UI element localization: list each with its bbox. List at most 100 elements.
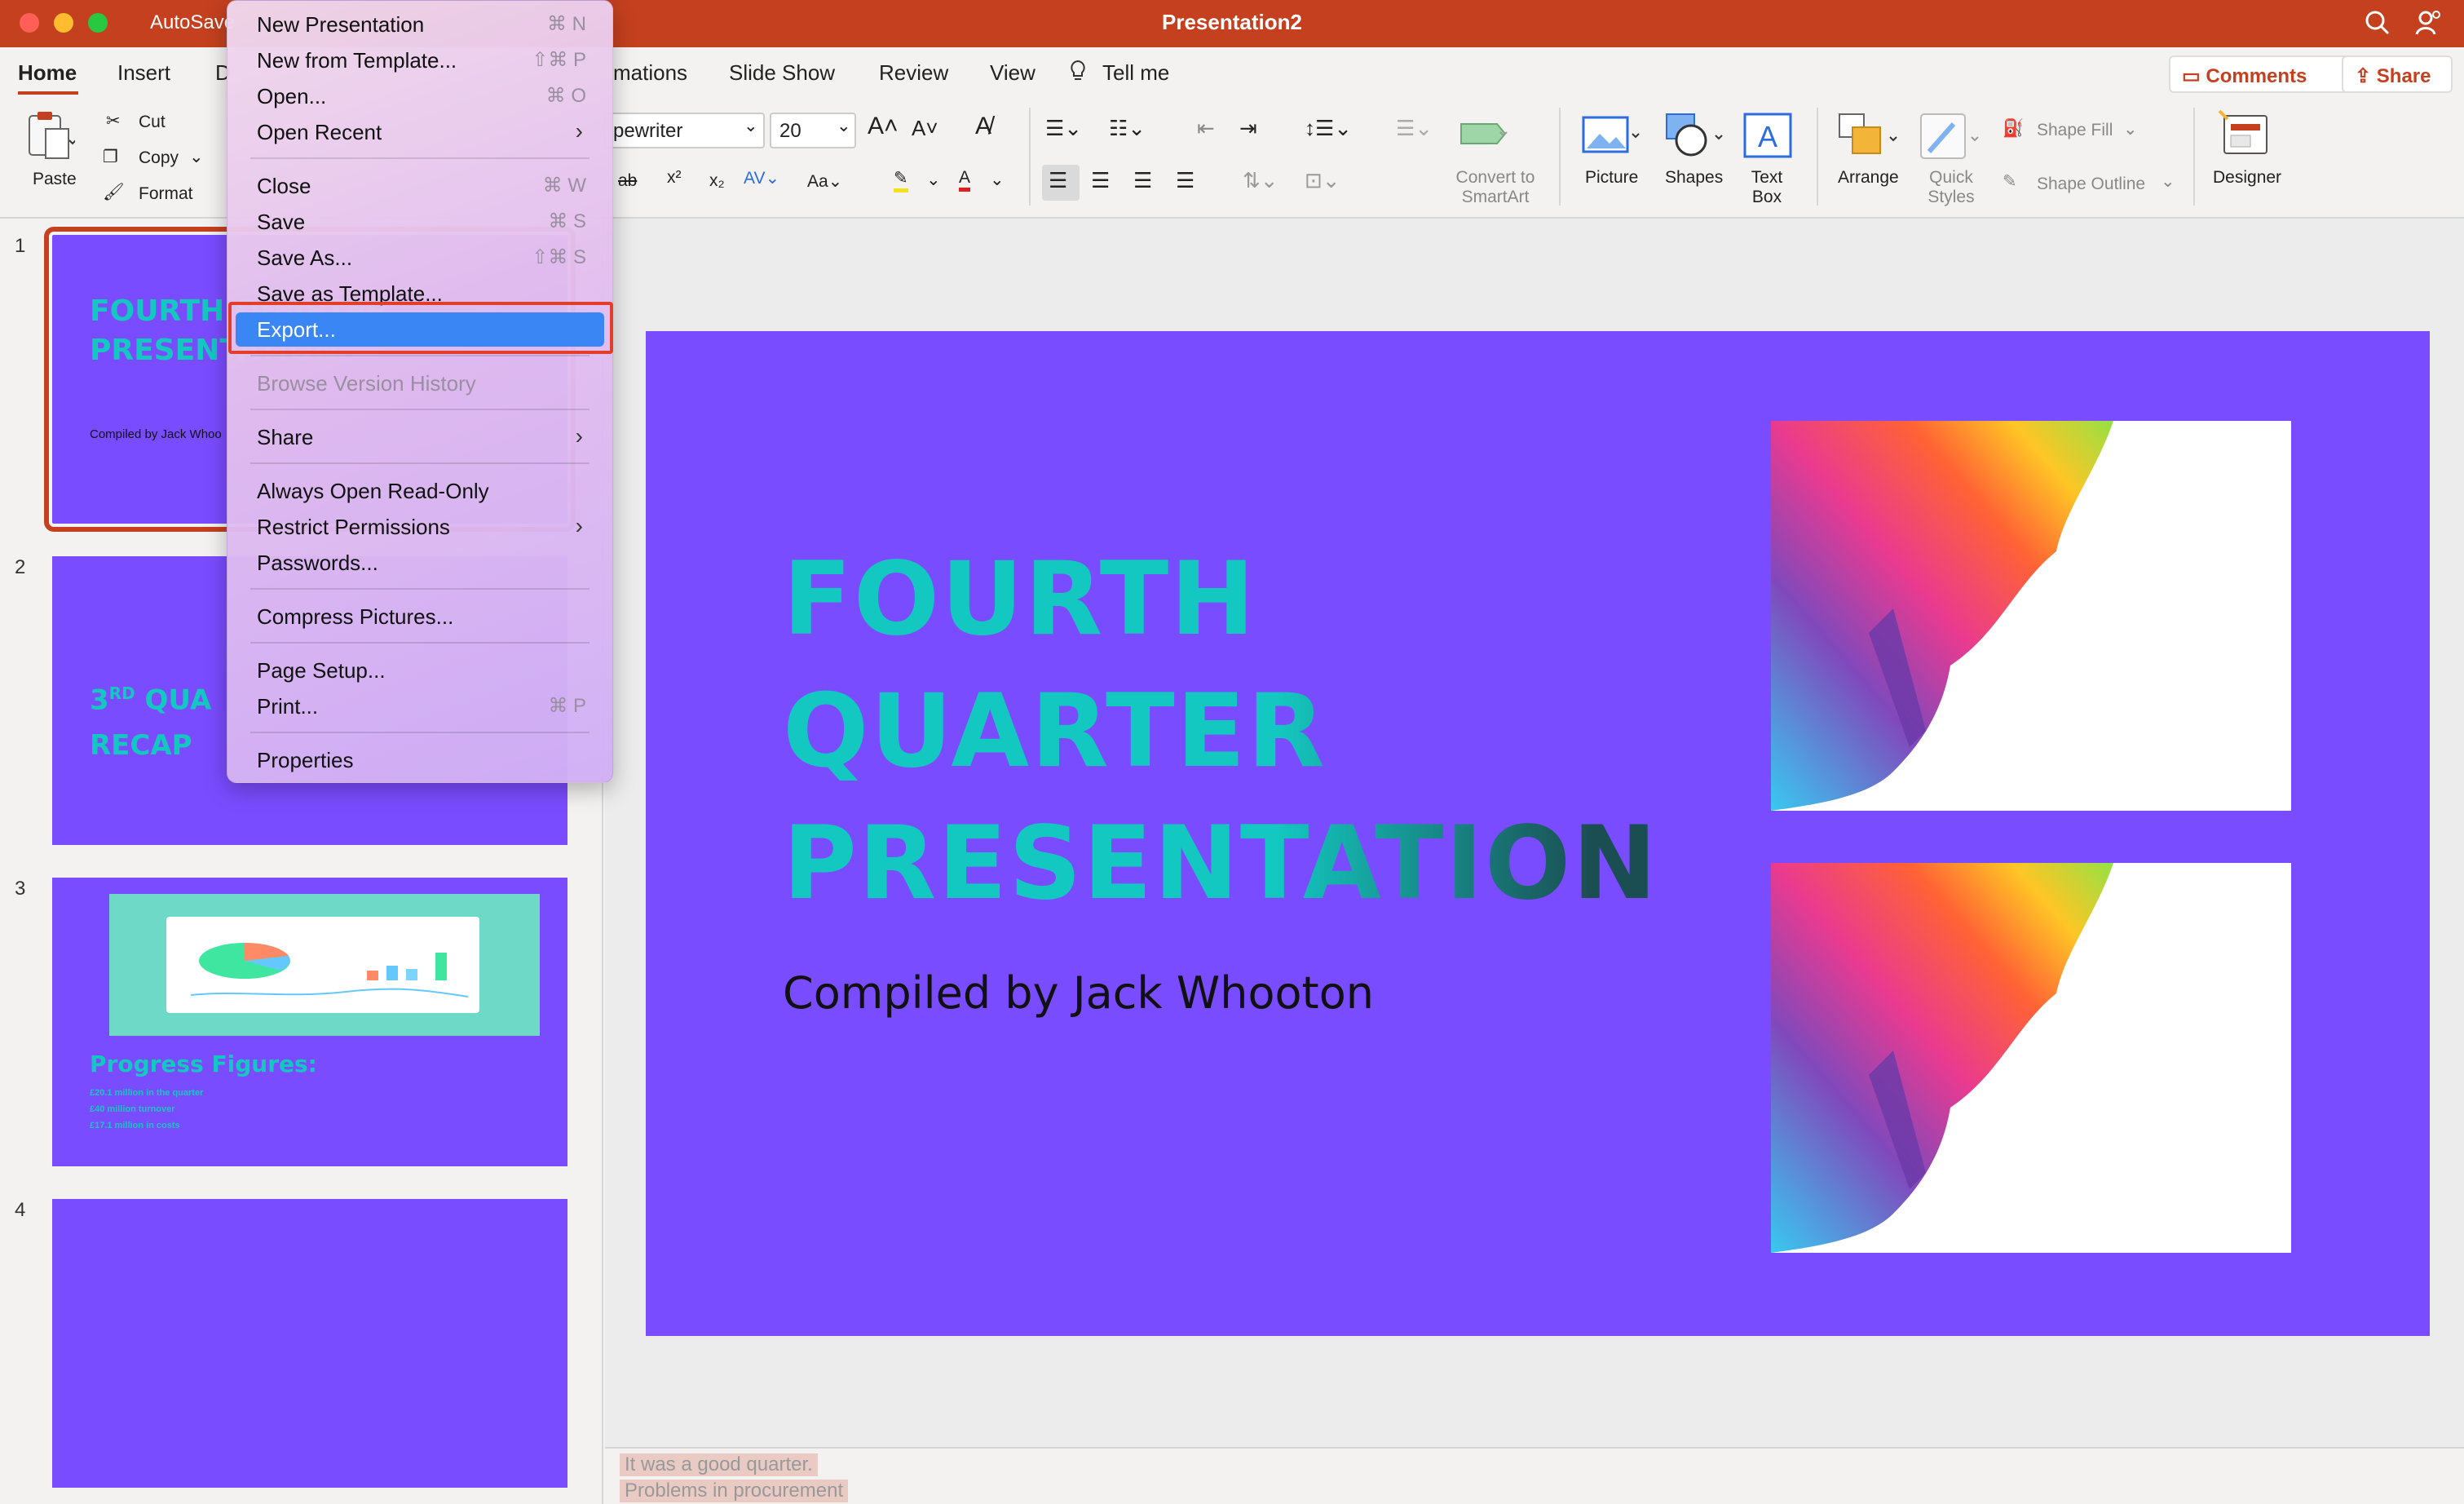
- copy-button[interactable]: Copy: [139, 148, 179, 168]
- menu-item-new-from-template[interactable]: New from Template... ⇧⌘ P: [250, 43, 590, 77]
- increase-indent-icon[interactable]: ⇥: [1239, 116, 1257, 141]
- line-spacing-icon[interactable]: ↕☰⌄: [1305, 116, 1352, 141]
- chevron-down-icon[interactable]: ⌄: [744, 116, 758, 136]
- menu-item-open-recent[interactable]: Open Recent ›: [250, 115, 590, 149]
- quick-styles-icon[interactable]: [1918, 111, 1986, 166]
- slide-title[interactable]: FOURTH QUARTER PRESENTATION: [783, 533, 1680, 930]
- pen-icon[interactable]: ✎: [2003, 171, 2017, 192]
- share-button[interactable]: ⇪ Share: [2342, 55, 2453, 93]
- text-box-icon[interactable]: A: [1743, 113, 1792, 162]
- menu-item-always-open-read-only[interactable]: Always Open Read-Only: [250, 474, 590, 508]
- share-label: Share: [2376, 65, 2431, 87]
- copy-icon[interactable]: ❐: [103, 147, 118, 167]
- increase-font-icon[interactable]: A˄: [868, 113, 899, 140]
- smartart-icon[interactable]: [1458, 114, 1510, 161]
- menu-item-share[interactable]: Share ›: [250, 420, 590, 454]
- menu-item-browse-version-history: Browse Version History: [257, 371, 476, 396]
- menu-item-save-as[interactable]: Save As... ⇧⌘ S: [250, 241, 590, 275]
- menu-item-restrict-permissions[interactable]: Restrict Permissions ›: [250, 510, 590, 544]
- paint-splash-image-bottom[interactable]: [1771, 863, 2291, 1253]
- menu-item-compress-pictures[interactable]: Compress Pictures...: [250, 599, 590, 634]
- tell-me-search[interactable]: Tell me: [1102, 60, 1169, 86]
- format-painter-icon[interactable]: 🖌: [103, 183, 125, 202]
- menu-item-properties[interactable]: Properties: [250, 743, 590, 777]
- tab-slide-show[interactable]: Slide Show: [729, 60, 835, 86]
- chevron-down-icon[interactable]: ⌄: [2123, 119, 2138, 139]
- menu-item-print[interactable]: Print... ⌘ P: [250, 689, 590, 723]
- chevron-down-icon[interactable]: ⌄: [926, 170, 941, 190]
- bullets-icon[interactable]: ☰⌄: [1045, 116, 1082, 141]
- decrease-indent-icon[interactable]: ⇤: [1197, 116, 1215, 141]
- lightbulb-icon: [1068, 59, 1088, 89]
- person-icon[interactable]: [2413, 8, 2443, 38]
- ribbon-separator: [1817, 108, 1818, 206]
- menu-item-close[interactable]: Close ⌘ W: [250, 169, 590, 203]
- shapes-label[interactable]: Shapes: [1665, 168, 1723, 188]
- convert-smartart-label[interactable]: Convert to SmartArt: [1446, 168, 1544, 207]
- chevron-down-icon[interactable]: ⌄: [189, 147, 204, 167]
- slide-subtitle[interactable]: Compiled by Jack Whooton: [783, 967, 1374, 1019]
- note-line: Problems in procurement: [620, 1480, 849, 1502]
- format-painter-button[interactable]: Format: [139, 184, 193, 204]
- align-left-icon[interactable]: ☰: [1049, 168, 1067, 193]
- superscript-icon[interactable]: x²: [667, 168, 682, 188]
- tab-home[interactable]: Home: [18, 60, 77, 86]
- font-name-combo[interactable]: pewriter: [603, 113, 765, 148]
- chevron-down-icon[interactable]: ⌄: [2161, 171, 2175, 192]
- shape-fill-button[interactable]: Shape Fill: [2037, 121, 2113, 140]
- shapes-icon[interactable]: [1662, 111, 1729, 164]
- font-color-icon[interactable]: A: [959, 168, 971, 192]
- arrange-label[interactable]: Arrange: [1838, 168, 1899, 188]
- clear-formatting-icon[interactable]: A̸: [975, 113, 991, 140]
- tab-view[interactable]: View: [990, 60, 1035, 86]
- menu-item-new-presentation[interactable]: New Presentation ⌘ N: [250, 7, 590, 42]
- paint-splash-image-top[interactable]: [1771, 421, 2291, 811]
- designer-label[interactable]: Designer: [2213, 168, 2281, 188]
- numbering-icon[interactable]: ☷⌄: [1109, 116, 1146, 141]
- tab-insert[interactable]: Insert: [117, 60, 170, 86]
- justify-icon[interactable]: ☰: [1176, 168, 1194, 193]
- current-slide[interactable]: FOURTH QUARTER PRESENTATION Compiled by …: [646, 331, 2430, 1336]
- comments-button[interactable]: ▭ Comments: [2169, 55, 2360, 93]
- search-icon[interactable]: [2363, 8, 2392, 38]
- slide-thumbnail-4[interactable]: [52, 1199, 567, 1488]
- chevron-down-icon[interactable]: ⌄: [990, 170, 1005, 190]
- character-spacing-icon[interactable]: AV⌄: [744, 168, 779, 188]
- comments-label: Comments: [2206, 65, 2307, 87]
- tab-animations[interactable]: mations: [613, 60, 687, 86]
- menu-item-open[interactable]: Open... ⌘ O: [250, 79, 590, 113]
- text-direction-icon[interactable]: ⇅⌄: [1243, 168, 1278, 193]
- menu-item-save[interactable]: Save ⌘ S: [250, 205, 590, 239]
- designer-icon[interactable]: [2218, 109, 2275, 166]
- picture-icon[interactable]: [1582, 114, 1642, 161]
- decrease-font-icon[interactable]: A˅: [912, 116, 938, 141]
- quick-styles-label[interactable]: Quick Styles: [1913, 168, 1989, 207]
- slide-thumbnail-3[interactable]: Progress Figures: £20.1 million in the q…: [52, 878, 567, 1166]
- menu-separator: [250, 355, 590, 356]
- strikethrough-icon[interactable]: ab: [618, 171, 637, 191]
- align-text-icon[interactable]: ⊡⌄: [1305, 168, 1340, 193]
- scissors-icon[interactable]: ✂: [106, 111, 121, 131]
- align-center-icon[interactable]: ☰: [1091, 168, 1110, 193]
- align-right-icon[interactable]: ☰: [1133, 168, 1152, 193]
- paint-bucket-icon[interactable]: ⛽: [2003, 119, 2024, 139]
- ribbon-separator: [1029, 108, 1031, 206]
- menu-separator: [250, 462, 590, 464]
- speaker-notes[interactable]: It was a good quarter. Problems in procu…: [605, 1447, 2464, 1504]
- cut-button[interactable]: Cut: [139, 113, 166, 132]
- menu-item-page-setup[interactable]: Page Setup...: [250, 653, 590, 688]
- menu-separator: [250, 157, 590, 159]
- tab-review[interactable]: Review: [879, 60, 948, 86]
- paste-icon[interactable]: [24, 109, 77, 167]
- columns-icon[interactable]: ☰⌄: [1396, 116, 1433, 141]
- subscript-icon[interactable]: x₂: [709, 171, 725, 191]
- change-case-icon[interactable]: Aa⌄: [807, 171, 842, 192]
- chevron-down-icon[interactable]: ⌄: [837, 116, 851, 136]
- picture-label[interactable]: Picture: [1585, 168, 1638, 188]
- arrange-icon[interactable]: [1836, 111, 1905, 166]
- shape-outline-button[interactable]: Shape Outline: [2037, 175, 2145, 194]
- svg-text:A: A: [1758, 120, 1777, 153]
- text-box-label[interactable]: Text Box: [1738, 168, 1795, 207]
- highlight-color-icon[interactable]: ✎: [894, 168, 908, 192]
- menu-item-passwords[interactable]: Passwords...: [250, 546, 590, 580]
